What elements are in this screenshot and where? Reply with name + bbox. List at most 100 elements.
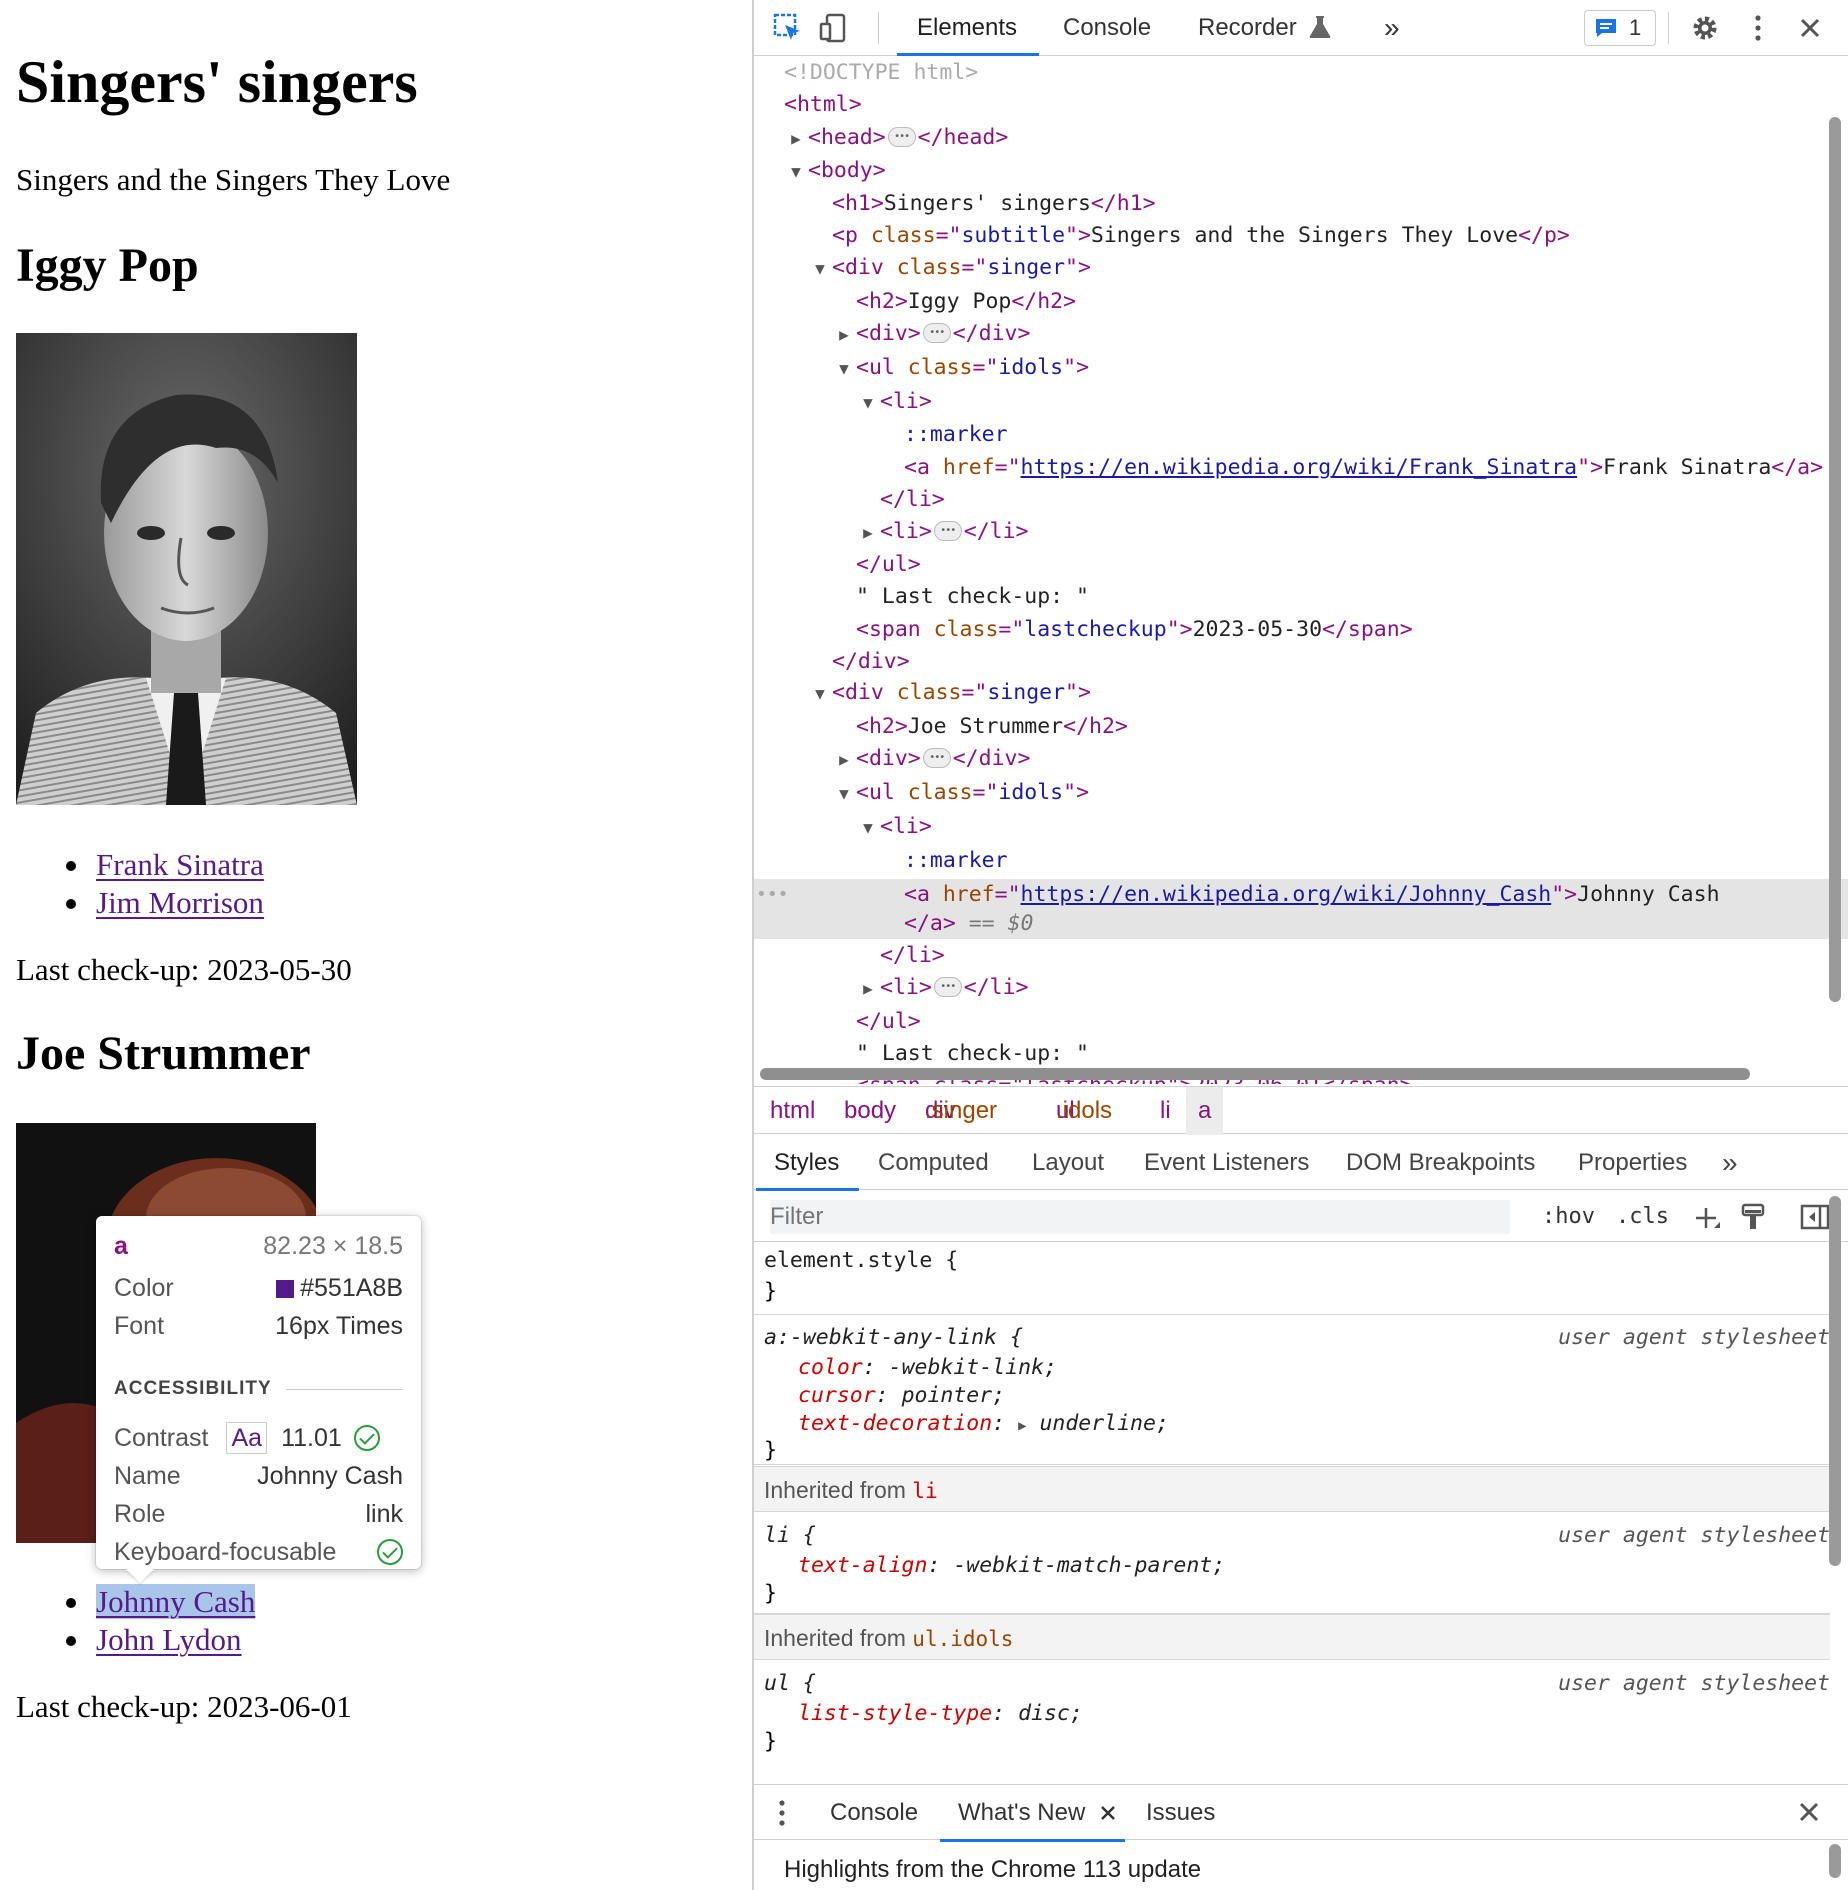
- kebab-menu-icon[interactable]: [1742, 12, 1774, 44]
- dom-node-html[interactable]: <html>: [784, 89, 862, 121]
- dom-node-div-collapsed[interactable]: ▶<div></div>: [832, 742, 1030, 775]
- rule-selector[interactable]: a:-webkit-any-link {: [764, 1324, 1023, 1352]
- dom-doctype[interactable]: <!DOCTYPE html>: [784, 57, 978, 89]
- style-property-color[interactable]: color: -webkit-link;: [798, 1354, 1057, 1382]
- rule-selector[interactable]: ul {: [764, 1670, 816, 1698]
- tab-dom-breakpoints[interactable]: DOM Breakpoints: [1346, 1136, 1535, 1190]
- hov-toggle[interactable]: :hov: [1542, 1200, 1595, 1234]
- dom-text-checkup[interactable]: " Last check-up: ": [856, 581, 1089, 613]
- dom-node-ul-close[interactable]: </ul>: [856, 549, 921, 581]
- collapse-triangle-icon[interactable]: ▼: [832, 353, 856, 385]
- more-tabs-icon[interactable]: »: [1384, 0, 1400, 56]
- new-style-rule-icon[interactable]: [1692, 1204, 1722, 1234]
- drawer-tab-whats-new[interactable]: What's New: [939, 1785, 1126, 1842]
- dom-node-marker[interactable]: ::marker: [904, 845, 1008, 877]
- dom-node-head[interactable]: ▶<head></head>: [784, 121, 1008, 155]
- styles-vertical-scrollbar[interactable]: [1829, 1196, 1841, 1566]
- expand-triangle-icon[interactable]: ▶: [856, 517, 880, 549]
- tab-elements[interactable]: Elements: [896, 0, 1040, 56]
- drawer-menu-icon[interactable]: [778, 1799, 786, 1827]
- rule-selector[interactable]: li {: [764, 1522, 816, 1550]
- ellipsis-icon[interactable]: [922, 317, 951, 349]
- issues-badge[interactable]: 1: [1584, 10, 1656, 46]
- collapse-triangle-icon[interactable]: ▼: [856, 387, 880, 419]
- dom-node-ul-idols-2[interactable]: ▼ <ul class="idols">: [832, 777, 1089, 809]
- dom-node-li-collapsed[interactable]: ▶<li></li>: [856, 515, 1028, 549]
- expand-triangle-icon[interactable]: ▶: [784, 123, 808, 155]
- dom-node-h2-joe[interactable]: <h2>Joe Strummer</h2>: [856, 711, 1128, 743]
- close-icon[interactable]: [1794, 12, 1826, 44]
- dom-node-li-close[interactable]: </li>: [880, 484, 945, 516]
- collapse-triangle-icon[interactable]: ▼: [808, 253, 832, 285]
- ellipsis-icon[interactable]: [887, 121, 916, 153]
- dom-node-ul-idols-1[interactable]: ▼ <ul class="idols">: [832, 352, 1089, 384]
- idol-link-john-lydon[interactable]: John Lydon: [96, 1622, 242, 1657]
- expand-triangle-icon[interactable]: ▶: [856, 973, 880, 1005]
- dom-node-body[interactable]: ▼ <body>: [784, 155, 886, 187]
- more-subtabs-icon[interactable]: »: [1722, 1136, 1738, 1190]
- ellipsis-icon[interactable]: [933, 971, 962, 1003]
- dom-node-a-close[interactable]: </a> == $0: [904, 908, 1033, 940]
- dom-node-li-close[interactable]: </li>: [880, 940, 945, 972]
- style-property-list-style-type[interactable]: list-style-type: disc;: [798, 1700, 1083, 1728]
- cls-toggle[interactable]: .cls: [1616, 1200, 1669, 1234]
- dom-node-h2-iggy[interactable]: <h2>Iggy Pop</h2>: [856, 286, 1076, 318]
- ellipsis-icon[interactable]: [922, 742, 951, 774]
- dom-horizontal-scrollbar[interactable]: [760, 1068, 1750, 1080]
- dom-node-marker[interactable]: ::marker: [904, 419, 1008, 451]
- dom-node-li[interactable]: ▼ <li>: [856, 386, 932, 418]
- close-tab-icon[interactable]: [1100, 1805, 1116, 1821]
- dom-node-a-cash-selected[interactable]: <a href="https://en.wikipedia.org/wiki/J…: [904, 879, 1720, 911]
- idol-link-frank-sinatra[interactable]: Frank Sinatra: [96, 847, 264, 882]
- inspect-element-icon[interactable]: [772, 12, 804, 44]
- dom-text-checkup[interactable]: " Last check-up: ": [856, 1038, 1089, 1070]
- rule-selector[interactable]: element.style {: [764, 1247, 958, 1275]
- dom-node-h1[interactable]: <h1>Singers' singers</h1>: [832, 188, 1156, 220]
- expand-triangle-icon[interactable]: ▶: [832, 319, 856, 351]
- idol-link-jim-morrison[interactable]: Jim Morrison: [96, 885, 264, 920]
- tab-styles[interactable]: Styles: [755, 1136, 860, 1191]
- drawer-tab-issues[interactable]: Issues: [1146, 1785, 1215, 1841]
- breadcrumb-html[interactable]: html: [770, 1087, 815, 1135]
- idol-link-johnny-cash[interactable]: Johnny Cash: [96, 1584, 256, 1619]
- device-toolbar-icon[interactable]: [818, 12, 850, 44]
- settings-gear-icon[interactable]: [1689, 12, 1721, 44]
- tab-computed[interactable]: Computed: [878, 1136, 989, 1190]
- collapse-triangle-icon[interactable]: ▼: [784, 156, 808, 188]
- href-link[interactable]: https://en.wikipedia.org/wiki/Frank_Sina…: [1021, 455, 1578, 480]
- style-property-text-decoration[interactable]: text-decoration: ▶ underline;: [798, 1410, 1169, 1438]
- node-actions-ellipsis-icon[interactable]: •••: [756, 879, 789, 911]
- toggle-sidebar-icon[interactable]: [1800, 1202, 1830, 1232]
- breadcrumb-body[interactable]: body: [844, 1087, 896, 1135]
- dom-node-singer-2[interactable]: ▼ <div class="singer">: [808, 677, 1091, 709]
- dom-node-a-sinatra[interactable]: <a href="https://en.wikipedia.org/wiki/F…: [904, 452, 1823, 484]
- drawer-tab-console[interactable]: Console: [830, 1785, 918, 1841]
- dom-node-li[interactable]: ▼ <li>: [856, 811, 932, 843]
- breadcrumb-a[interactable]: a: [1186, 1087, 1224, 1135]
- collapse-triangle-icon[interactable]: ▼: [832, 778, 856, 810]
- dom-node-span-lastcheckup[interactable]: <span class="lastcheckup">2023-05-30</sp…: [856, 614, 1413, 646]
- dom-node-div-close[interactable]: </div>: [832, 646, 910, 678]
- dom-vertical-scrollbar[interactable]: [1829, 117, 1841, 1002]
- href-link[interactable]: https://en.wikipedia.org/wiki/Johnny_Cas…: [1021, 882, 1552, 907]
- inherited-link-li[interactable]: li: [912, 1479, 937, 1503]
- tab-layout[interactable]: Layout: [1032, 1136, 1104, 1190]
- dom-node-li-collapsed[interactable]: ▶<li></li>: [856, 971, 1028, 1005]
- dom-node-div-collapsed[interactable]: ▶<div></div>: [832, 317, 1030, 351]
- dom-node-singer-1[interactable]: ▼ <div class="singer">: [808, 252, 1091, 284]
- dom-node-subtitle[interactable]: <p class="subtitle">Singers and the Sing…: [832, 220, 1570, 252]
- dom-node-ul-close[interactable]: </ul>: [856, 1006, 921, 1038]
- style-property-text-align[interactable]: text-align: -webkit-match-parent;: [798, 1552, 1225, 1580]
- expand-triangle-icon[interactable]: ▶: [1018, 1418, 1026, 1434]
- breadcrumb-li[interactable]: li: [1160, 1087, 1171, 1135]
- close-drawer-icon[interactable]: [1798, 1801, 1820, 1823]
- style-property-cursor[interactable]: cursor: pointer;: [798, 1382, 1005, 1410]
- paint-brush-icon[interactable]: [1738, 1202, 1768, 1232]
- tab-console[interactable]: Console: [1063, 0, 1151, 56]
- ellipsis-icon[interactable]: [933, 515, 962, 547]
- collapse-triangle-icon[interactable]: ▼: [856, 812, 880, 844]
- tab-recorder[interactable]: Recorder: [1198, 0, 1297, 56]
- tab-properties[interactable]: Properties: [1578, 1136, 1687, 1190]
- collapse-triangle-icon[interactable]: ▼: [808, 678, 832, 710]
- inherited-link-ul-idols[interactable]: ul.idols: [912, 1627, 1013, 1651]
